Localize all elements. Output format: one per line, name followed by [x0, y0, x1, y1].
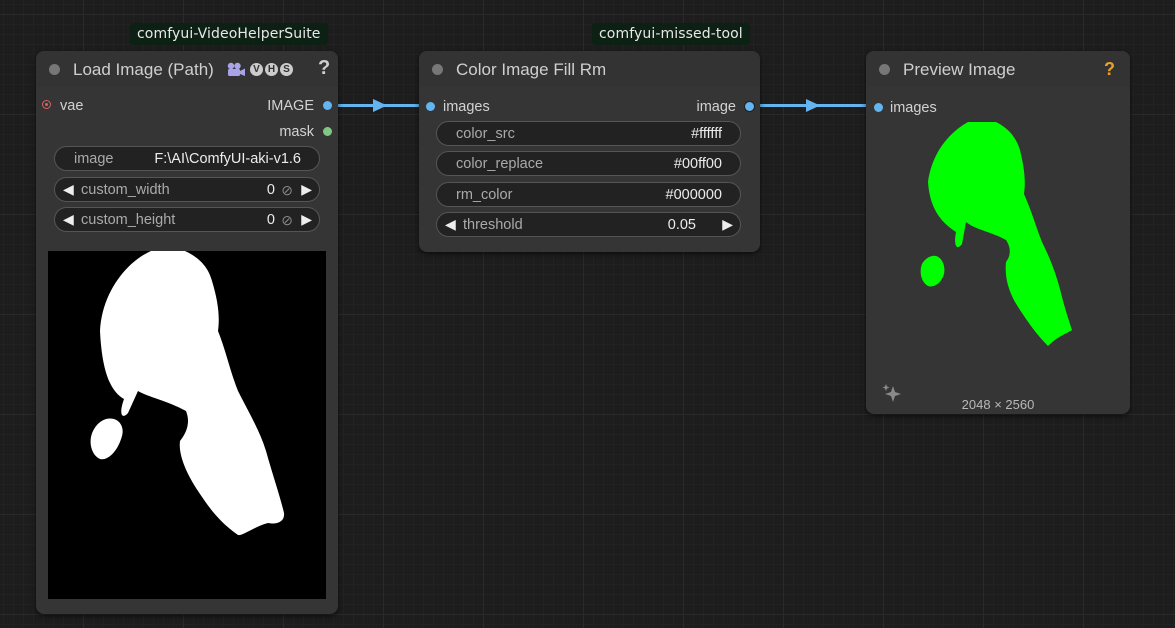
custom-height-widget[interactable]: ◀ custom_height 0 ⊘ ▶: [54, 207, 320, 232]
widget-value-custom-height: 0: [266, 212, 275, 228]
node-title: Preview Image: [903, 60, 1016, 79]
color-replace-widget[interactable]: color_replace #00ff00: [436, 151, 741, 176]
vhs-v-icon: V: [250, 63, 263, 76]
disabled-icon: ⊘: [281, 212, 293, 228]
input-label-vae: vae: [60, 98, 84, 114]
mask-preview-image: [48, 251, 326, 599]
input-slot-images[interactable]: [426, 102, 435, 111]
vhs-s-icon: S: [280, 63, 293, 76]
input-slot-images[interactable]: [874, 103, 883, 112]
widget-value-custom-width: 0: [266, 182, 275, 198]
widget-label-custom-height: custom_height: [81, 212, 176, 228]
preview-output-image[interactable]: [916, 122, 1084, 348]
help-icon[interactable]: ?: [318, 57, 330, 80]
input-slot-vae-icon[interactable]: [42, 100, 51, 109]
widget-label-color-replace: color_replace: [456, 156, 544, 172]
node-title-bar[interactable]: Load Image (Path) V H S ?: [36, 51, 338, 87]
increment-arrow-icon[interactable]: ▶: [301, 181, 312, 198]
link-arrow-icon: [373, 99, 387, 112]
collapse-dot-icon[interactable]: [49, 64, 60, 75]
widget-label-rm-color: rm_color: [456, 187, 513, 203]
output-slot-image[interactable]: [323, 101, 332, 110]
widget-value-threshold: 0.05: [667, 217, 696, 233]
input-label-images: images: [890, 100, 937, 116]
widget-value-image: F:\AI\ComfyUI-aki-v1.6: [154, 151, 301, 167]
node-color-image-fill-rm[interactable]: Color Image Fill Rm images image color_s…: [419, 51, 760, 252]
widget-label-color-src: color_src: [456, 126, 515, 142]
output-label-mask: mask: [279, 124, 314, 140]
increment-arrow-icon[interactable]: ▶: [722, 216, 733, 233]
widget-label-threshold: threshold: [463, 217, 523, 233]
node-title: Load Image (Path): [73, 60, 214, 79]
color-src-widget[interactable]: color_src #ffffff: [436, 121, 741, 146]
threshold-widget[interactable]: ◀ threshold 0.05 ▶: [436, 212, 741, 237]
widget-label-image: image: [74, 151, 114, 167]
badge-missed-tool: comfyui-missed-tool: [592, 23, 750, 45]
image-size-label: 2048 × 2560: [961, 397, 1035, 412]
increment-arrow-icon[interactable]: ▶: [301, 211, 312, 228]
output-slot-mask[interactable]: [323, 127, 332, 136]
widget-value-color-replace: #00ff00: [673, 156, 722, 172]
node-title-bar[interactable]: Color Image Fill Rm: [419, 51, 760, 87]
widget-label-custom-width: custom_width: [81, 182, 170, 198]
node-title: Color Image Fill Rm: [456, 60, 607, 79]
node-load-image-path[interactable]: Load Image (Path) V H S ? vae IMAGE mask…: [36, 51, 338, 614]
input-label-images: images: [443, 99, 490, 115]
decrement-arrow-icon[interactable]: ◀: [63, 181, 74, 198]
decrement-arrow-icon[interactable]: ◀: [445, 216, 456, 233]
image-path-widget[interactable]: image F:\AI\ComfyUI-aki-v1.6: [54, 146, 320, 171]
output-label-image: image: [696, 99, 737, 115]
node-title-bar[interactable]: Preview Image ?: [866, 51, 1130, 87]
output-label-image: IMAGE: [267, 98, 314, 114]
decrement-arrow-icon[interactable]: ◀: [63, 211, 74, 228]
help-icon[interactable]: ?: [1104, 59, 1115, 80]
camera-icon: [226, 62, 246, 83]
widget-value-color-src: #ffffff: [691, 126, 722, 142]
disabled-icon: ⊘: [281, 182, 293, 198]
rm-color-widget[interactable]: rm_color #000000: [436, 182, 741, 207]
collapse-dot-icon[interactable]: [432, 64, 443, 75]
node-preview-image[interactable]: Preview Image ? images 2048 × 2560: [866, 51, 1130, 414]
widget-value-rm-color: #000000: [665, 187, 722, 203]
vhs-h-icon: H: [265, 63, 278, 76]
badge-videohelpersuite: comfyui-VideoHelperSuite: [130, 23, 328, 45]
link-arrow-icon: [806, 99, 820, 112]
output-slot-image[interactable]: [745, 102, 754, 111]
collapse-dot-icon[interactable]: [879, 64, 890, 75]
custom-width-widget[interactable]: ◀ custom_width 0 ⊘ ▶: [54, 177, 320, 202]
